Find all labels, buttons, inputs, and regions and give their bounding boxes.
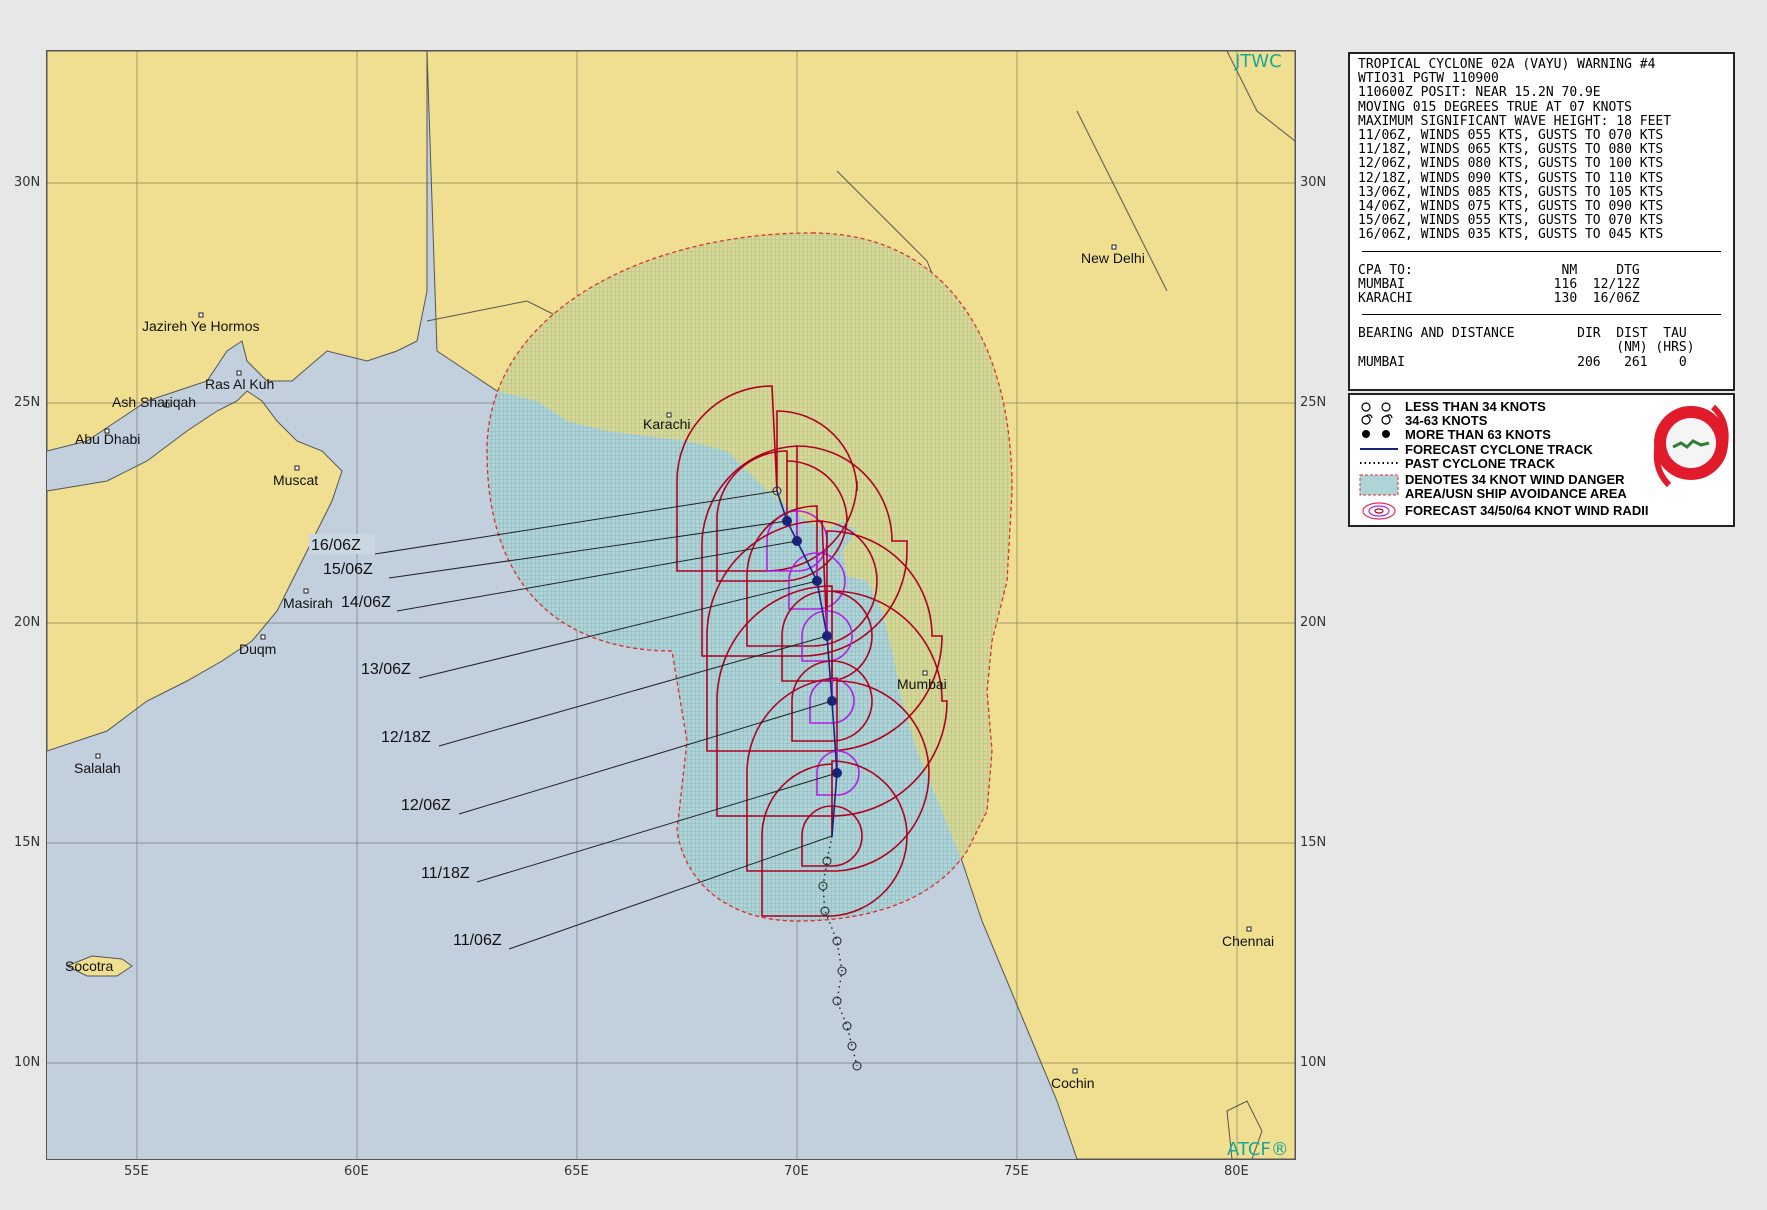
lat-label-30n-left: 30N	[14, 175, 41, 190]
lat-label-25n-left: 25N	[14, 395, 41, 410]
brand-atcf: ATCF®	[1227, 1139, 1289, 1159]
city-mumbai: Mumbai	[897, 676, 947, 692]
warning-position: 110600Z POSIT: NEAR 15.2N 70.9E	[1358, 85, 1601, 101]
bearing-header: BEARING AND DISTANCE DIR DIST TAU	[1358, 326, 1687, 342]
legend-past-track: PAST CYCLONE TRACK	[1405, 456, 1555, 471]
city-salalah: Salalah	[74, 760, 121, 776]
lon-label-65e: 65E	[564, 1164, 589, 1179]
brand-jtwc: JTWC	[1234, 51, 1282, 72]
city-new-delhi: New Delhi	[1081, 250, 1145, 266]
lat-label-15n-right: 15N	[1300, 835, 1327, 850]
lon-label-60e: 60E	[344, 1164, 369, 1179]
time-labels: 16/06Z 15/06Z 14/06Z 13/06Z 12/18Z 12/06…	[309, 534, 502, 949]
legend-forecast-track: FORECAST CYCLONE TRACK	[1405, 442, 1593, 457]
cpa-row: MUMBAI 116 12/12Z	[1358, 276, 1640, 292]
legend-less-34: LESS THAN 34 KNOTS	[1405, 399, 1546, 414]
forecast-row: 15/06Z, WINDS 055 KTS, GUSTS TO 070 KTS	[1358, 213, 1664, 229]
time-label-12-06z: 12/06Z	[401, 797, 451, 814]
city-duqm: Duqm	[239, 641, 276, 657]
lat-label-25n-right: 25N	[1300, 395, 1327, 410]
warning-wave-height: MAXIMUM SIGNIFICANT WAVE HEIGHT: 18 FEET	[1358, 113, 1672, 129]
city-socotra: Socotra	[65, 958, 113, 974]
time-label-16-06z: 16/06Z	[311, 537, 361, 554]
legend-wind-radii: FORECAST 34/50/64 KNOT WIND RADII	[1405, 503, 1649, 518]
divider	[1362, 314, 1721, 316]
time-label-13-06z: 13/06Z	[361, 661, 411, 678]
legend-panel: LESS THAN 34 KNOTS 34-63 KNOTS MORE THAN…	[1348, 393, 1735, 527]
cpa-header: CPA TO: NM DTG	[1358, 262, 1640, 278]
legend-more-63: MORE THAN 63 KNOTS	[1405, 427, 1551, 442]
lon-label-70e: 70E	[784, 1164, 809, 1179]
lon-label-75e: 75E	[1004, 1164, 1029, 1179]
lat-label-10n-left: 10N	[14, 1055, 41, 1070]
legend-danger-area-1: DENOTES 34 KNOT WIND DANGER	[1405, 472, 1625, 487]
time-label-12-18z: 12/18Z	[381, 729, 431, 746]
bearing-row: MUMBAI 206 261 0	[1358, 354, 1687, 370]
city-karachi: Karachi	[643, 416, 690, 432]
lon-label-80e: 80E	[1224, 1164, 1249, 1179]
warning-title: TROPICAL CYCLONE 02A (VAYU) WARNING #4	[1358, 57, 1656, 72]
cpa-row: KARACHI 130 16/06Z	[1358, 291, 1640, 307]
lat-label-10n-right: 10N	[1300, 1055, 1327, 1070]
divider	[1362, 250, 1721, 252]
legend-34-63: 34-63 KNOTS	[1405, 413, 1488, 428]
bearing-units: (NM) (HRS)	[1358, 340, 1695, 356]
map-canvas: 16/06Z 15/06Z 14/06Z 13/06Z 12/18Z 12/06…	[47, 51, 1295, 1159]
city-cochin: Cochin	[1051, 1075, 1095, 1091]
lat-label-20n-left: 20N	[14, 615, 41, 630]
lat-label-20n-right: 20N	[1300, 615, 1327, 630]
legend-icons	[1359, 402, 1399, 520]
legend-danger-area-2: AREA/USN SHIP AVOIDANCE AREA	[1405, 486, 1627, 501]
city-ras-al-kuh: Ras Al Kuh	[205, 376, 274, 392]
time-label-11-18z: 11/18Z	[421, 865, 470, 882]
forecast-row: 12/06Z, WINDS 080 KTS, GUSTS TO 100 KTS	[1358, 156, 1664, 172]
forecast-row: 11/18Z, WINDS 065 KTS, GUSTS TO 080 KTS	[1358, 142, 1664, 158]
map[interactable]: 16/06Z 15/06Z 14/06Z 13/06Z 12/18Z 12/06…	[46, 50, 1296, 1160]
city-muscat: Muscat	[273, 472, 318, 488]
time-label-11-06z: 11/06Z	[453, 932, 502, 949]
time-label-15-06z: 15/06Z	[323, 561, 373, 578]
jtwc-seal-icon	[1652, 404, 1730, 488]
warning-info-panel: TROPICAL CYCLONE 02A (VAYU) WARNING #4 W…	[1348, 52, 1735, 391]
city-ash-shariqah: Ash Shariqah	[112, 394, 196, 410]
city-abu-dhabi: Abu Dhabi	[75, 431, 140, 447]
city-masirah: Masirah	[283, 595, 333, 611]
time-label-14-06z: 14/06Z	[341, 594, 391, 611]
lon-label-55e: 55E	[124, 1164, 149, 1179]
forecast-row: 11/06Z, WINDS 055 KTS, GUSTS TO 070 KTS	[1358, 128, 1664, 144]
forecast-row: 16/06Z, WINDS 035 KTS, GUSTS TO 045 KTS	[1358, 227, 1664, 243]
warning-id: WTIO31 PGTW 110900	[1358, 71, 1499, 87]
forecast-row: 14/06Z, WINDS 075 KTS, GUSTS TO 090 KTS	[1358, 199, 1664, 215]
lat-label-30n-right: 30N	[1300, 175, 1327, 190]
danger-area	[486, 232, 1013, 922]
forecast-row: 12/18Z, WINDS 090 KTS, GUSTS TO 110 KTS	[1358, 170, 1664, 186]
city-chennai: Chennai	[1222, 933, 1274, 949]
forecast-row: 13/06Z, WINDS 085 KTS, GUSTS TO 105 KTS	[1358, 184, 1664, 200]
city-jazireh: Jazireh Ye Hormos	[142, 318, 260, 334]
lat-label-15n-left: 15N	[14, 835, 41, 850]
warning-motion: MOVING 015 DEGREES TRUE AT 07 KNOTS	[1358, 99, 1632, 115]
